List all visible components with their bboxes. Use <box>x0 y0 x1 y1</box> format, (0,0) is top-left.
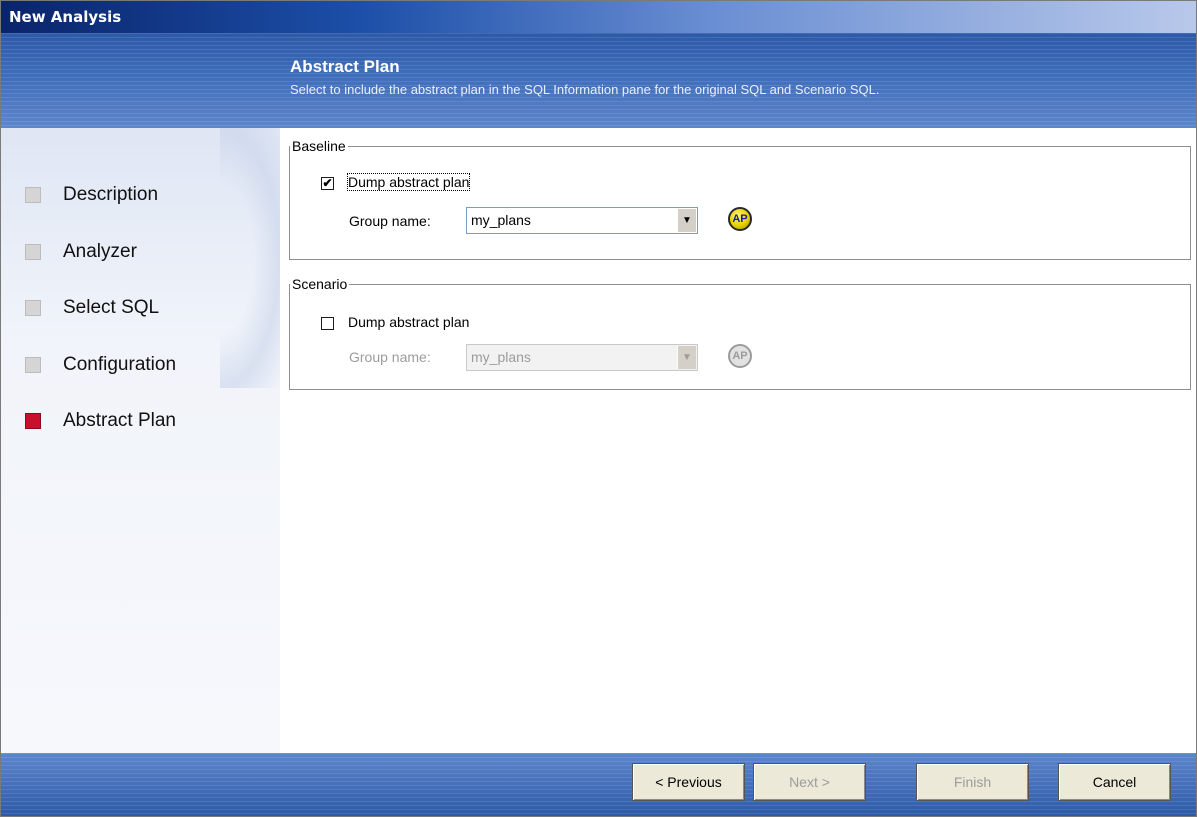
scenario-group: Scenario <box>289 276 1191 390</box>
chevron-down-icon[interactable]: ▼ <box>677 346 696 369</box>
scenario-legend: Scenario <box>292 276 348 292</box>
new-analysis-window: New Analysis Abstract Plan Select to inc… <box>0 0 1197 817</box>
wizard-steps-sidebar: Description Analyzer Select SQL Configur… <box>1 128 280 753</box>
scenario-group-name-select[interactable]: my_plans ▼ <box>466 344 698 371</box>
page-title: Abstract Plan <box>290 57 400 76</box>
scenario-dump-label[interactable]: Dump abstract plan <box>348 314 469 330</box>
previous-button[interactable]: < Previous <box>632 763 745 801</box>
step-status-icon <box>25 357 41 373</box>
baseline-group-name-label: Group name: <box>349 213 431 229</box>
baseline-group-name-value: my_plans <box>471 212 531 228</box>
step-status-icon <box>25 244 41 260</box>
baseline-dump-label[interactable]: Dump abstract plan <box>346 173 471 191</box>
baseline-dump-checkbox[interactable]: ✔ <box>321 177 334 190</box>
step-status-icon <box>25 300 41 316</box>
next-button[interactable]: Next > <box>753 763 866 801</box>
page-subtitle: Select to include the abstract plan in t… <box>290 82 880 97</box>
header-band: Abstract Plan Select to include the abst… <box>1 33 1196 128</box>
scenario-group-name-label: Group name: <box>349 349 431 365</box>
step-label: Description <box>63 184 159 205</box>
scenario-dump-checkbox[interactable] <box>321 317 334 330</box>
chevron-down-icon[interactable]: ▼ <box>677 209 696 232</box>
baseline-group-name-select[interactable]: my_plans ▼ <box>466 207 698 234</box>
window-title: New Analysis <box>9 8 122 26</box>
baseline-legend: Baseline <box>292 138 346 154</box>
scenario-group-name-value: my_plans <box>471 349 531 365</box>
step-label: Abstract Plan <box>63 410 176 431</box>
abstract-plan-icon-disabled[interactable]: AP <box>728 344 752 368</box>
finish-button[interactable]: Finish <box>916 763 1029 801</box>
step-label: Select SQL <box>63 297 160 318</box>
cancel-button[interactable]: Cancel <box>1058 763 1171 801</box>
step-status-icon <box>25 187 41 203</box>
baseline-group: Baseline <box>289 138 1191 260</box>
title-bar: New Analysis <box>1 1 1196 33</box>
step-label: Configuration <box>63 354 177 375</box>
step-active-icon <box>25 413 41 429</box>
main-panel: Baseline ✔ Dump abstract plan Group name… <box>280 128 1196 753</box>
abstract-plan-icon[interactable]: AP <box>728 207 752 231</box>
step-label: Analyzer <box>63 241 137 262</box>
